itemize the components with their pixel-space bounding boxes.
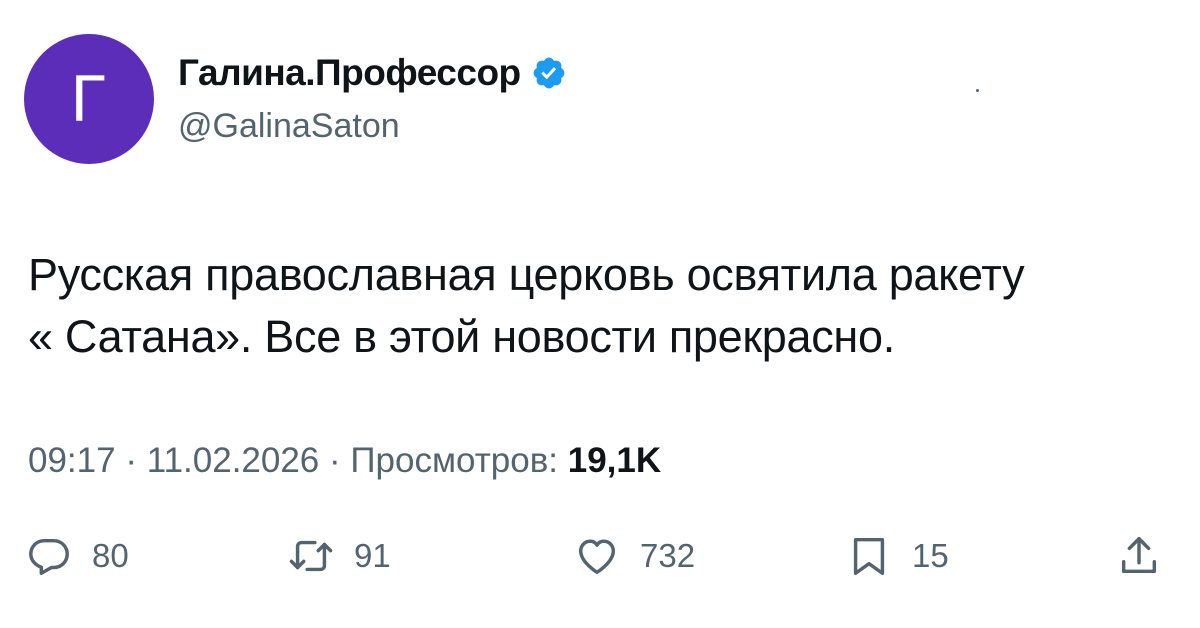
share-button[interactable] xyxy=(1116,528,1162,584)
meta-separator: · xyxy=(115,441,147,480)
action-bar: 80 91 732 15 xyxy=(24,528,1174,588)
like-count: 732 xyxy=(640,537,696,574)
tweet-line: « Сатана». Все в этой новости прекрасно. xyxy=(28,311,895,362)
bookmark-icon xyxy=(853,537,885,575)
tweet-text: Русская православная церковь освятила ра… xyxy=(28,244,1178,368)
avatar-letter: Г xyxy=(70,62,108,136)
verified-badge-icon xyxy=(533,57,565,89)
tweet-meta: 09:17 · 11.02.2026 · Просмотров: 19,1K xyxy=(28,441,661,481)
tweet-date[interactable]: 11.02.2026 xyxy=(147,441,320,480)
meta-separator: · xyxy=(319,441,351,480)
avatar[interactable]: Г xyxy=(24,34,154,164)
author-handle[interactable]: @GalinaSaton xyxy=(178,107,400,146)
bookmark-button[interactable]: 15 xyxy=(846,528,949,584)
more-options-dot xyxy=(976,89,979,92)
heart-icon xyxy=(578,539,616,575)
like-button[interactable]: 732 xyxy=(574,528,695,584)
views-label: Просмотров: xyxy=(350,441,559,480)
display-name[interactable]: Галина.Профессор xyxy=(178,52,521,94)
reply-button[interactable]: 80 xyxy=(26,528,129,584)
share-icon xyxy=(1121,537,1157,574)
bookmark-count: 15 xyxy=(912,537,949,574)
tweet-time[interactable]: 09:17 xyxy=(28,441,116,480)
retweet-count: 91 xyxy=(354,537,391,574)
retweet-button[interactable]: 91 xyxy=(288,528,391,584)
reply-count: 80 xyxy=(92,537,129,574)
author-name-row: Галина.Профессор xyxy=(178,52,567,94)
reply-icon xyxy=(29,538,69,575)
views-count: 19,1K xyxy=(567,441,662,480)
retweet-icon xyxy=(289,540,333,572)
tweet-line: Русская православная церковь освятила ра… xyxy=(28,249,1025,300)
